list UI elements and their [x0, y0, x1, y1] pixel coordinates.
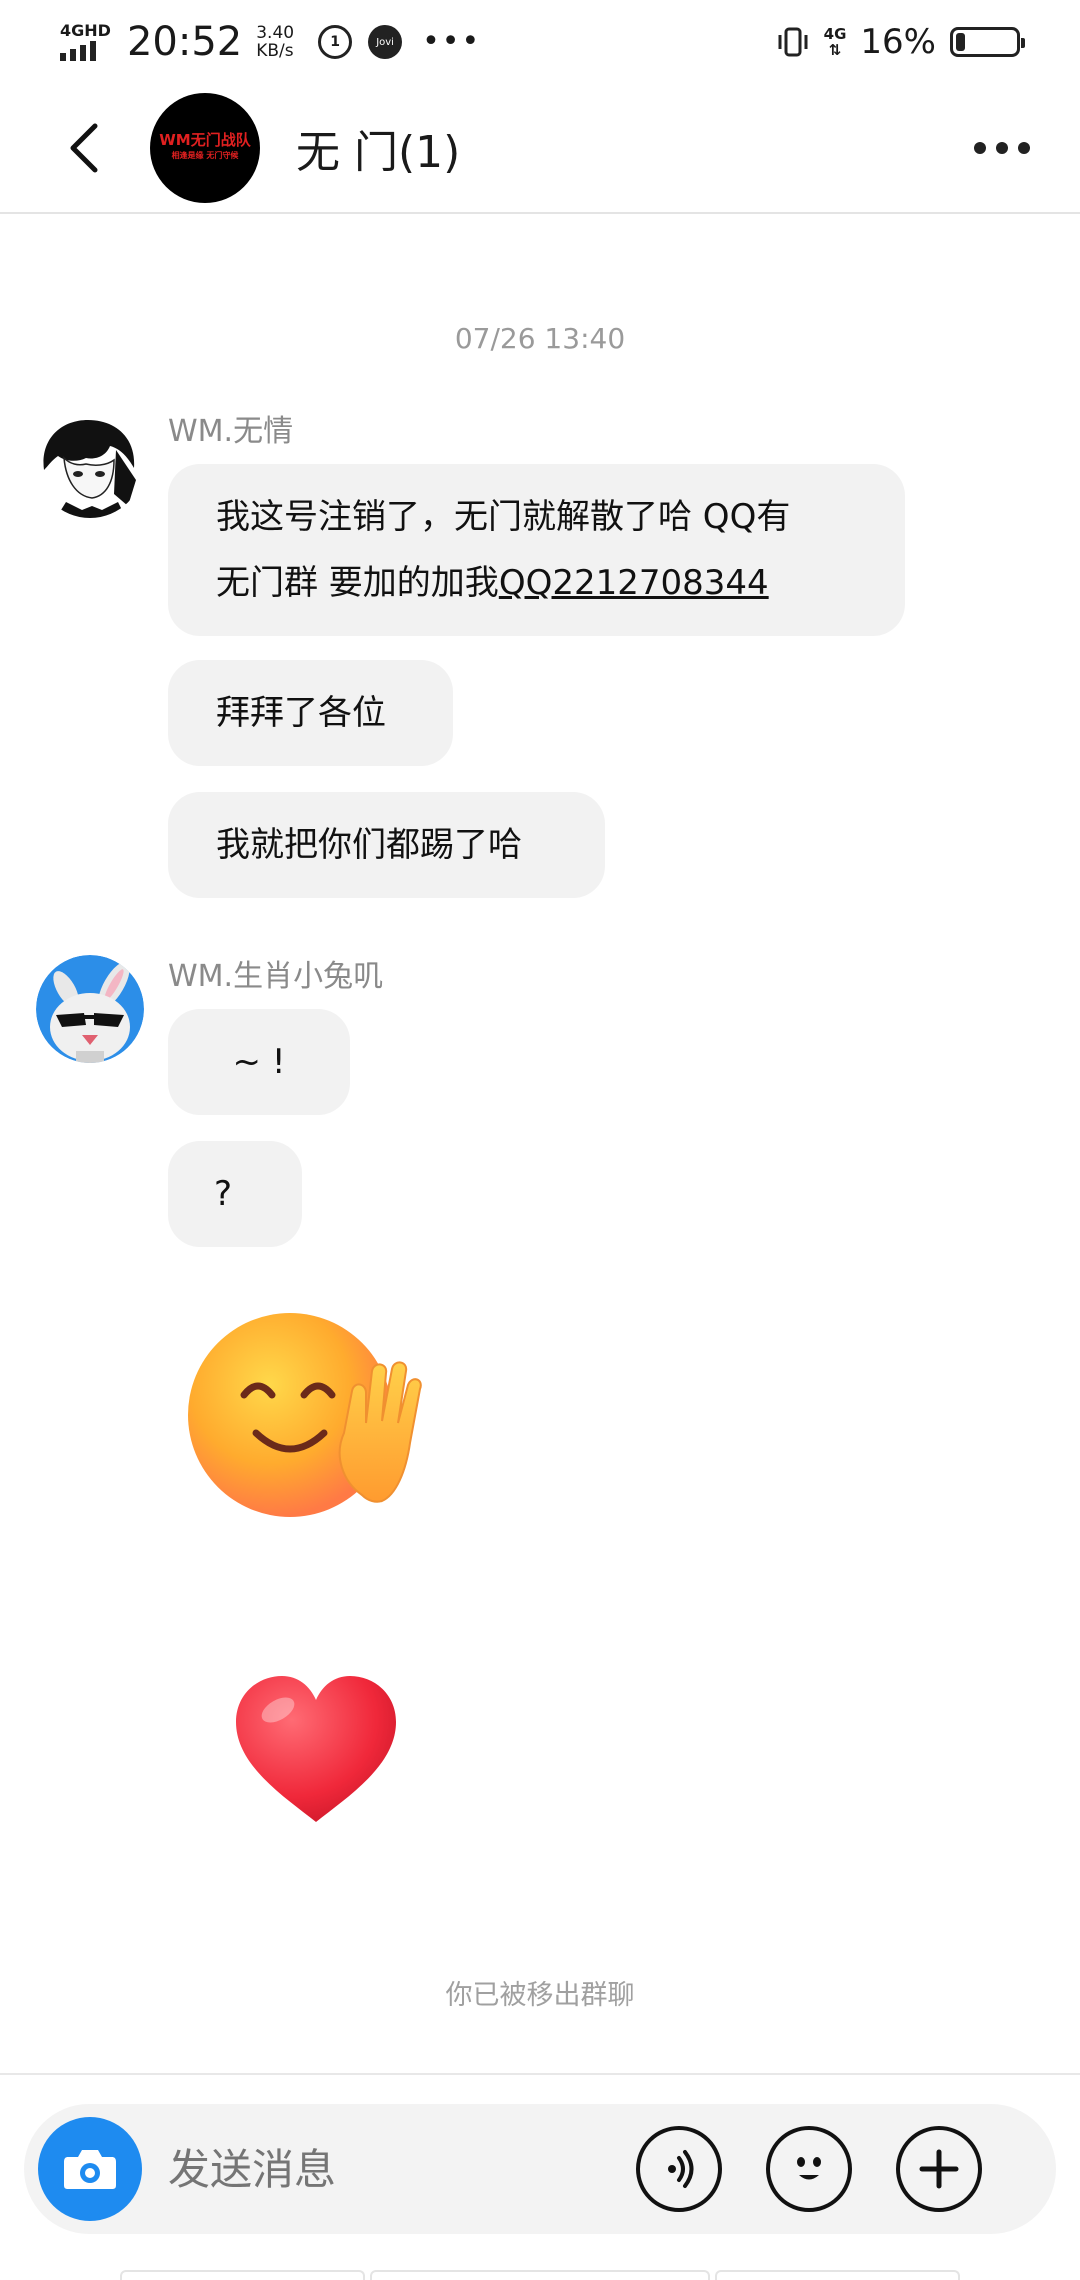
message-text: 无门群 要加的加我	[216, 563, 499, 603]
notification-app-icon: 1	[318, 25, 353, 59]
system-notice: 你已被移出群聊	[445, 1980, 635, 2011]
more-dot-icon	[974, 142, 986, 154]
camera-button[interactable]	[38, 2117, 142, 2221]
network-type: 4GHD	[60, 21, 111, 40]
message-input-bar	[24, 2104, 1056, 2234]
smiley-face-icon	[797, 2157, 821, 2180]
more-notifications-icon: •••	[422, 24, 482, 59]
network-speed: 3.40 KB/s	[256, 24, 294, 60]
vibrate-icon	[778, 27, 808, 57]
battery-fill	[956, 33, 966, 51]
bottom-panel-edge	[0, 2264, 1080, 2280]
more-options-button[interactable]	[974, 122, 1030, 174]
message-bubble[interactable]: ?	[168, 1141, 302, 1247]
message-bubble[interactable]: ~ !	[168, 1009, 350, 1115]
anime-boy-avatar-icon	[36, 410, 144, 518]
group-avatar-logo: WM无门战队 相逢是缘 无门守候	[159, 132, 250, 164]
group-avatar[interactable]: WM无门战队 相逢是缘 无门守候	[150, 93, 260, 203]
smile-wave-emoji-icon	[188, 1313, 422, 1517]
sender-name: WM.生肖小兔叽	[168, 959, 384, 994]
sticker-message[interactable]	[226, 1670, 406, 1830]
signal-indicator: 4GHD	[60, 23, 111, 61]
message-bubble[interactable]: 我这号注销了，无门就解散了哈 QQ有 无门群 要加的加我QQ2212708344	[168, 464, 905, 636]
clock: 20:52	[126, 19, 243, 65]
speed-unit: KB/s	[256, 41, 294, 61]
message-text: 我就把你们都踢了哈	[216, 825, 522, 865]
message-bubble[interactable]: 拜拜了各位	[168, 660, 453, 766]
voice-button[interactable]	[636, 2126, 722, 2212]
message-text-line: 我这号注销了，无门就解散了哈 QQ有	[216, 497, 791, 537]
message-group: WM.生肖小兔叽 ~ ! ?	[36, 955, 1036, 1855]
group-avatar-text: WM无门战队	[159, 131, 251, 149]
page-title[interactable]: 无 门(1)	[296, 116, 460, 180]
camera-icon	[64, 2150, 116, 2189]
notification-app-label: 1	[330, 34, 340, 50]
red-heart-emoji-icon	[236, 1676, 396, 1822]
message-bubble[interactable]: 我就把你们都踢了哈	[168, 792, 605, 898]
chat-header: WM无门战队 相逢是缘 无门守候 无 门(1)	[0, 84, 1080, 214]
back-button[interactable]	[50, 113, 120, 183]
more-dot-icon	[996, 142, 1008, 154]
sender-name: WM.无情	[168, 414, 294, 449]
battery-icon	[950, 27, 1025, 57]
qq-number-link[interactable]: QQ2212708344	[499, 563, 769, 603]
message-timestamp: 07/26 13:40	[454, 322, 626, 355]
lte-indicator: 4G ⇅	[824, 26, 847, 58]
jovi-icon: Jovi	[368, 25, 403, 59]
sticker-message[interactable]	[186, 1305, 446, 1525]
battery-percent: 16%	[860, 22, 936, 62]
divider	[0, 2073, 1080, 2075]
message-input[interactable]	[166, 2143, 636, 2195]
group-avatar-subtext: 相逢是缘 无门守候	[171, 151, 239, 160]
voice-wave-icon	[668, 2150, 694, 2188]
signal-bars-icon	[60, 41, 96, 61]
jovi-label: Jovi	[376, 36, 394, 48]
avatar[interactable]	[36, 410, 144, 518]
avatar[interactable]	[36, 955, 144, 1063]
message-text: ~ !	[232, 1042, 286, 1082]
emoji-button[interactable]	[766, 2126, 852, 2212]
lte-label: 4G	[823, 25, 847, 43]
data-arrows-icon: ⇅	[828, 41, 842, 59]
chevron-left-icon	[70, 123, 98, 173]
plus-icon	[919, 2149, 959, 2189]
add-more-button[interactable]	[896, 2126, 982, 2212]
message-text-line: 无门群 要加的加我QQ2212708344	[216, 550, 857, 616]
speed-value: 3.40	[256, 23, 295, 43]
message-group: WM.无情 我这号注销了，无门就解散了哈 QQ有 无门群 要加的加我QQ2212…	[36, 410, 1036, 910]
message-text: 拜拜了各位	[216, 693, 386, 733]
status-bar: 4GHD 20:52 3.40 KB/s 1 Jovi ••• 4G ⇅ 16%	[0, 0, 1080, 84]
more-dot-icon	[1018, 142, 1030, 154]
message-text: ?	[214, 1174, 233, 1214]
rabbit-avatar-icon	[36, 955, 144, 1063]
